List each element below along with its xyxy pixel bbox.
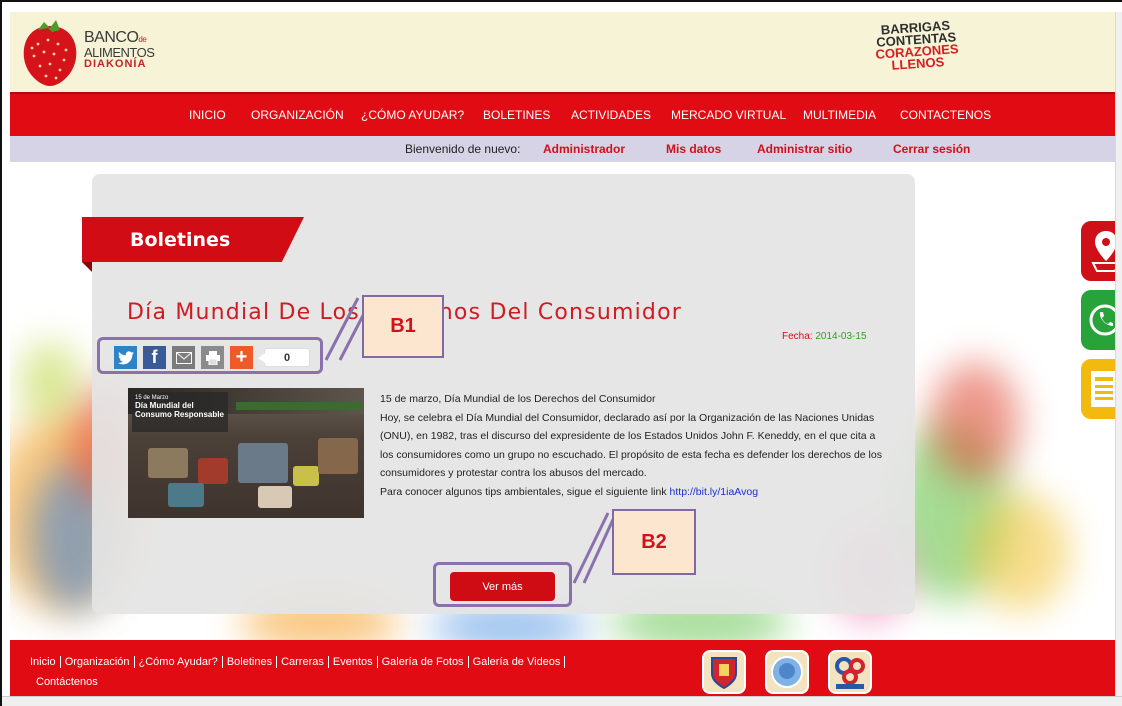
vertical-scrollbar[interactable]: [1115, 12, 1122, 696]
banco-alimentos-logo[interactable]: BANCOde ALIMENTOS DIAKONÍA: [20, 16, 170, 92]
nav-item-como-ayudar[interactable]: ¿CÓMO AYUDAR?: [361, 108, 464, 122]
site-header: BANCOde ALIMENTOS DIAKONÍA BARRIGAS CONT…: [10, 12, 1115, 92]
tips-link[interactable]: http://bit.ly/1iaAvog: [670, 486, 759, 498]
nav-item-contactenos[interactable]: CONTACTENOS: [900, 108, 991, 122]
administrador-link[interactable]: Administrador: [543, 142, 625, 156]
brain-icon: [771, 656, 803, 688]
logo-text: BANCOde ALIMENTOS DIAKONÍA: [84, 29, 155, 70]
university-shield-badge[interactable]: [702, 650, 746, 694]
date-value: 2014-03-15: [815, 331, 867, 342]
nav-item-multimedia[interactable]: MULTIMEDIA: [803, 108, 876, 122]
post-paragraph: 15 de marzo, Día Mundial de los Derechos…: [380, 393, 656, 405]
browser-status-bar: [2, 696, 1122, 706]
image-caption: 15 de Marzo Día Mundial del Consumo Resp…: [132, 392, 228, 432]
footer-link-galeria-fotos[interactable]: Galería de Fotos: [377, 656, 469, 668]
footer-link-boletines[interactable]: Boletines: [222, 656, 278, 668]
footer-link-contactenos[interactable]: Contáctenos: [26, 676, 102, 688]
post-paragraph: Hoy, se celebra el Día Mundial del Consu…: [380, 411, 882, 480]
footer-link-organizacion[interactable]: Organización: [60, 656, 135, 668]
location-side-button[interactable]: [1079, 219, 1121, 283]
annotation-label-b2: B2: [612, 509, 696, 575]
mis-datos-link[interactable]: Mis datos: [666, 142, 721, 156]
main-nav: INICIO ORGANIZACIÓN ¿CÓMO AYUDAR? BOLETI…: [10, 92, 1115, 136]
post-tips: Para conocer algunos tips ambientales, s…: [380, 485, 759, 498]
post-date: Fecha: 2014-03-15: [782, 331, 867, 342]
gears-icon: [835, 657, 865, 689]
nav-item-boletines[interactable]: BOLETINES: [483, 108, 550, 122]
footer-link-carreras[interactable]: Carreras: [277, 656, 329, 668]
administrar-sitio-link[interactable]: Administrar sitio: [757, 142, 852, 156]
nav-item-organizacion[interactable]: ORGANIZACIÓN: [251, 108, 344, 122]
brain-logo-badge[interactable]: [765, 650, 809, 694]
footer-link-inicio[interactable]: Inicio: [26, 656, 61, 668]
section-title: Boletines: [130, 229, 231, 251]
footer-link-galeria-videos[interactable]: Galería de Videos: [468, 656, 566, 668]
strawberry-icon: [23, 20, 77, 86]
shield-icon: [711, 657, 737, 690]
annotation-connector-b2: [572, 512, 617, 584]
annotation-highlight-b2: [433, 562, 572, 607]
nav-item-mercado-virtual[interactable]: MERCADO VIRTUAL: [671, 108, 786, 122]
post-body: 15 de marzo, Día Mundial de los Derechos…: [380, 390, 890, 502]
browser-viewport: BANCOde ALIMENTOS DIAKONÍA BARRIGAS CONT…: [0, 0, 1122, 706]
vinculos-colectividad-badge[interactable]: [828, 650, 872, 694]
annotation-highlight-b1: [97, 337, 323, 374]
phone-side-button[interactable]: [1079, 288, 1121, 352]
date-label: Fecha:: [782, 331, 813, 342]
footer-link-como-ayudar[interactable]: ¿Cómo Ayudar?: [134, 656, 223, 668]
user-bar: Bienvenido de nuevo: Administrador Mis d…: [10, 136, 1115, 162]
newsletter-side-button[interactable]: [1079, 357, 1119, 421]
post-image[interactable]: 15 de Marzo Día Mundial del Consumo Resp…: [128, 388, 364, 518]
slogan-logo: BARRIGAS CONTENTAS CORAZONES LLENOS: [875, 17, 959, 73]
welcome-label: Bienvenido de nuevo:: [405, 142, 521, 156]
annotation-label-b1: B1: [362, 295, 444, 358]
nav-item-inicio[interactable]: INICIO: [189, 108, 226, 122]
footer-link-eventos[interactable]: Eventos: [328, 656, 378, 668]
cerrar-sesion-link[interactable]: Cerrar sesión: [893, 142, 970, 156]
nav-item-actividades[interactable]: ACTIVIDADES: [571, 108, 651, 122]
footer-links: Inicio Organización ¿Cómo Ayudar? Boletines…: [26, 652, 626, 692]
